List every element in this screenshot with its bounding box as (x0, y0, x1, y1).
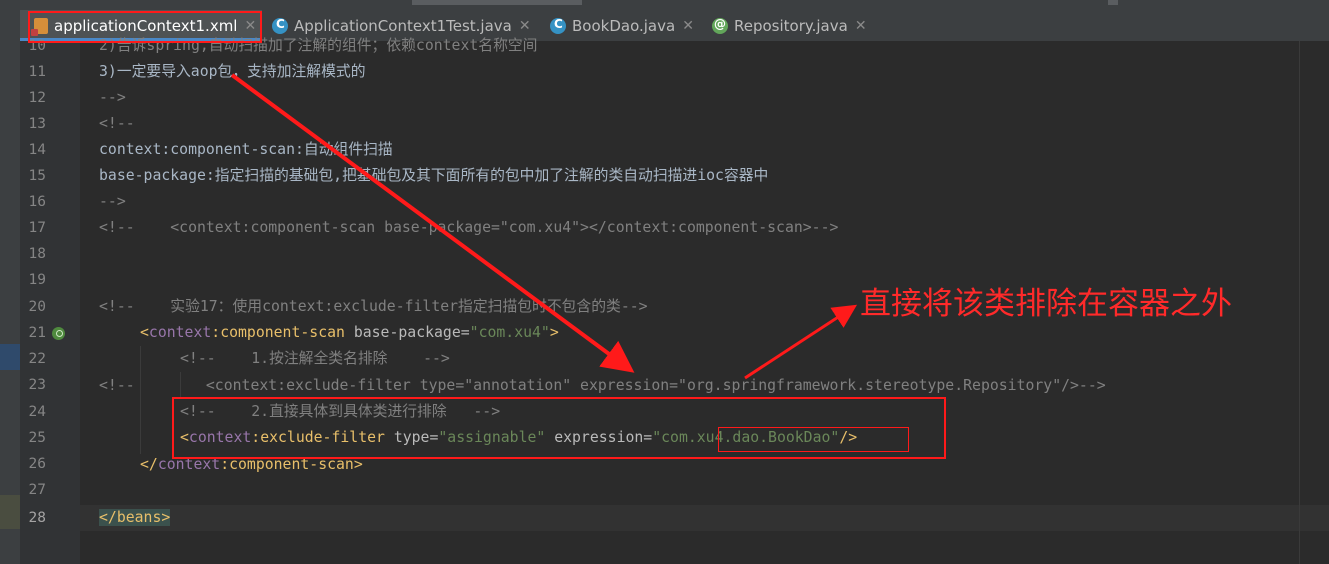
annotation-arrows (230, 73, 858, 380)
arrow-tab-to-code (230, 73, 635, 373)
arrow-code-to-note (744, 304, 858, 380)
